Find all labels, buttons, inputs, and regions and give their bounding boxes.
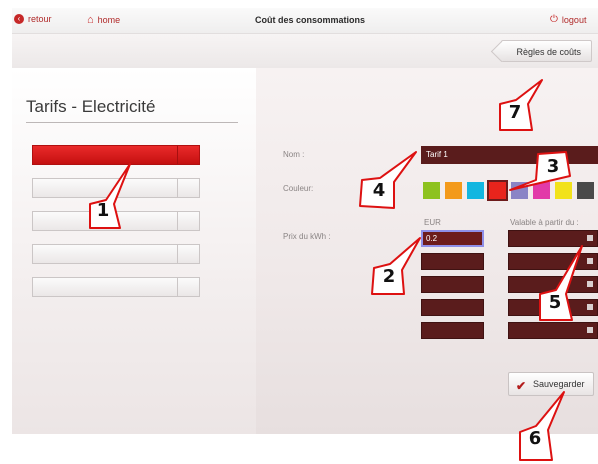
home-link[interactable]: ⌂ home xyxy=(87,14,120,26)
tariff-list-item[interactable] xyxy=(32,244,200,264)
name-label: Nom : xyxy=(283,150,305,159)
callout-badge: 5 xyxy=(534,245,583,324)
price-input[interactable]: 0.2 xyxy=(421,230,484,247)
price-label: Prix du kWh : xyxy=(283,232,331,241)
color-swatch[interactable] xyxy=(487,180,508,201)
callout-badge: 1 xyxy=(82,163,131,232)
price-input[interactable] xyxy=(421,322,484,339)
callout-number: 3 xyxy=(546,156,560,177)
back-label: retour xyxy=(28,14,52,24)
callout-number: 5 xyxy=(548,292,562,313)
tariff-row-segment xyxy=(177,278,199,296)
valid-from-header: Valable à partir du : xyxy=(510,218,579,227)
calendar-icon[interactable] xyxy=(587,258,593,264)
logout-link[interactable]: ⏻ logout xyxy=(550,14,586,25)
calendar-icon[interactable] xyxy=(587,304,593,310)
callout-number: 6 xyxy=(528,428,542,449)
valid-from-date-input[interactable] xyxy=(508,230,598,247)
page-title: Tarifs - Electricité xyxy=(26,97,156,116)
callout-number: 7 xyxy=(508,102,522,123)
top-bar: ‹ retour ⌂ home Coût des consommations ⏻… xyxy=(12,8,598,34)
price-input[interactable] xyxy=(421,299,484,316)
tariff-row-segment xyxy=(177,245,199,263)
title-divider xyxy=(26,122,238,123)
callout-badge: 4 xyxy=(358,151,417,212)
calendar-icon[interactable] xyxy=(587,327,593,333)
color-swatch[interactable] xyxy=(467,182,484,199)
logout-label: logout xyxy=(561,14,587,25)
calendar-icon[interactable] xyxy=(587,281,593,287)
tariff-row-segment xyxy=(177,179,199,197)
color-swatch[interactable] xyxy=(577,182,594,199)
callout-number: 4 xyxy=(372,180,386,201)
checkmark-icon: ✔ xyxy=(516,379,527,393)
callout-badge: 6 xyxy=(514,391,565,461)
tariff-list-item[interactable] xyxy=(32,277,200,297)
back-link[interactable]: ‹ retour xyxy=(14,14,52,24)
callout-badge: 3 xyxy=(509,146,574,191)
callout-badge: 7 xyxy=(494,79,543,134)
color-swatch[interactable] xyxy=(445,182,462,199)
back-arrow-icon: ‹ xyxy=(14,14,24,24)
callout-number: 2 xyxy=(382,266,396,287)
save-label: Sauvegarder xyxy=(533,379,585,389)
home-icon: ⌂ xyxy=(87,14,94,26)
valid-from-date-input[interactable] xyxy=(508,253,598,270)
power-icon: ⏻ xyxy=(550,14,558,25)
page-header-title: Coût des consommations xyxy=(255,15,366,25)
home-label: home xyxy=(97,15,121,25)
tariff-row-segment xyxy=(177,146,199,164)
callout-badge: 2 xyxy=(368,237,421,298)
tariff-list-item[interactable] xyxy=(32,145,200,165)
callout-number: 1 xyxy=(96,200,110,221)
currency-header: EUR xyxy=(424,218,441,227)
color-swatch[interactable] xyxy=(423,182,440,199)
tariff-row-segment xyxy=(177,212,199,230)
valid-from-date-input[interactable] xyxy=(508,322,598,339)
save-button[interactable]: ✔ Sauvegarder xyxy=(508,372,594,396)
price-input[interactable] xyxy=(421,253,484,270)
calendar-icon[interactable] xyxy=(587,235,593,241)
price-input[interactable] xyxy=(421,276,484,293)
color-label: Couleur: xyxy=(283,184,314,193)
sub-bar: Règles de coûts xyxy=(12,34,598,68)
cost-rules-button[interactable]: Règles de coûts xyxy=(501,40,592,62)
